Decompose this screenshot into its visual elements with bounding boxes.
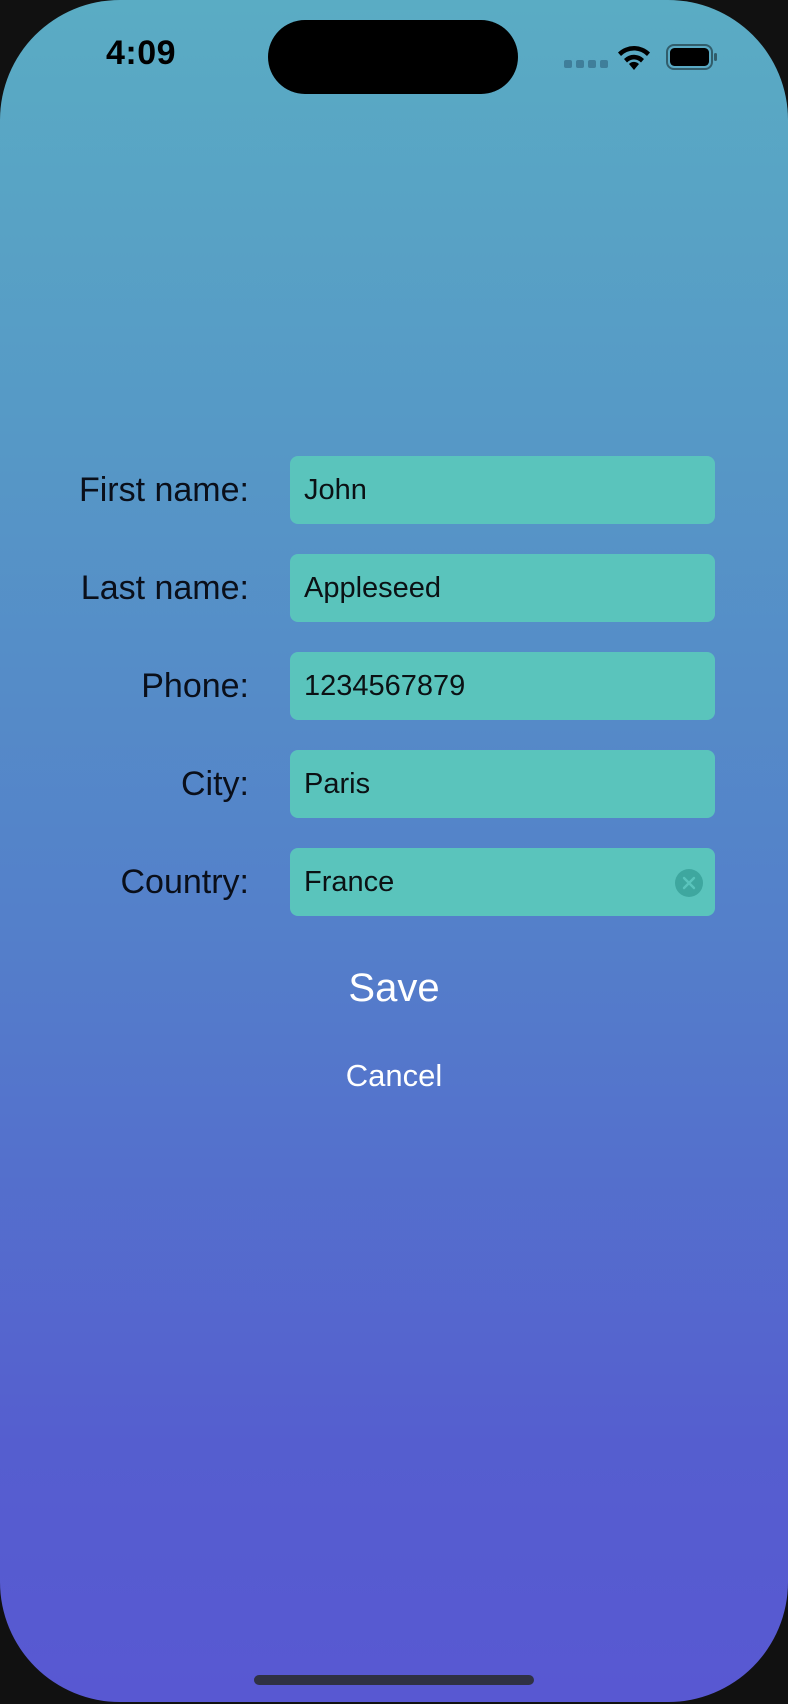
- app-screen: 4:09 First name: John Last name: Applese…: [0, 0, 788, 1702]
- close-icon: [682, 876, 696, 890]
- country-label: Country:: [120, 863, 250, 901]
- device-frame: 4:09 First name: John Last name: Applese…: [0, 0, 788, 1704]
- phone-value: 1234567879: [304, 669, 466, 702]
- last-name-row: Last name: Appleseed: [0, 554, 788, 622]
- cellular-signal-icon: [564, 60, 608, 68]
- city-value: Paris: [304, 767, 371, 800]
- city-field[interactable]: Paris: [290, 750, 715, 818]
- last-name-field[interactable]: Appleseed: [290, 554, 715, 622]
- last-name-label: Last name:: [80, 569, 249, 607]
- phone-row: Phone: 1234567879: [0, 652, 788, 720]
- first-name-row: First name: John: [0, 456, 788, 524]
- clear-text-button[interactable]: [675, 869, 703, 897]
- country-value: France: [304, 865, 395, 898]
- country-field[interactable]: France: [290, 848, 715, 916]
- first-name-label: First name:: [78, 471, 249, 509]
- city-label: City:: [181, 765, 249, 803]
- cancel-button[interactable]: Cancel: [0, 1058, 788, 1094]
- phone-field[interactable]: 1234567879: [290, 652, 715, 720]
- home-indicator[interactable]: [254, 1675, 534, 1685]
- status-time: 4:09: [106, 34, 177, 72]
- city-row: City: Paris: [0, 750, 788, 818]
- phone-label: Phone:: [141, 667, 249, 705]
- first-name-value: John: [304, 473, 367, 506]
- last-name-value: Appleseed: [304, 571, 442, 604]
- dynamic-island: [268, 20, 518, 94]
- save-button[interactable]: Save: [0, 966, 788, 1011]
- wifi-icon: [618, 46, 650, 70]
- country-row: Country: France: [0, 848, 788, 916]
- first-name-field[interactable]: John: [290, 456, 715, 524]
- battery-icon: [666, 44, 717, 70]
